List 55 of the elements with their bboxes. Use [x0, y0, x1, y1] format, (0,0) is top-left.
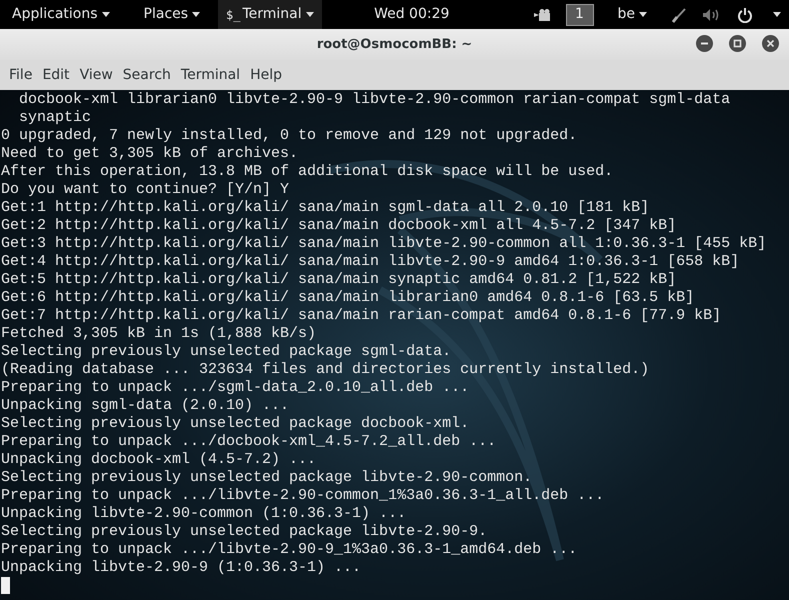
terminal-line: Unpacking libvte-2.90-common (1:0.36.3-1) ... — [1, 505, 406, 523]
terminal-line: Get:1 http://http.kali.org/kali/ sana/main sgml-data all 2.0.10 [181 kB] — [1, 199, 650, 217]
menu-item[interactable]: Search — [118, 64, 176, 86]
terminal-line: (Reading database ... 323634 files and directories currently installed.) — [1, 361, 650, 379]
menu-item[interactable]: Terminal — [176, 64, 246, 86]
terminal-line: Get:5 http://http.kali.org/kali/ sana/main synaptic amd64 0.81.2 [1,522 kB] — [1, 271, 676, 289]
terminal-line: Do you want to continue? [Y/n] Y — [1, 181, 290, 199]
app-menu[interactable]: $_Terminal — [218, 0, 322, 29]
terminal-line: Selecting previously unselected package docbook-xml. — [1, 415, 470, 433]
terminal-line: Get:2 http://http.kali.org/kali/ sana/main docbook-xml all 4.5-7.2 [347 kB] — [1, 217, 676, 235]
places-menu[interactable]: Places — [136, 4, 208, 25]
caret-icon — [639, 12, 647, 17]
terminal-line: 0 upgraded, 7 newly installed, 0 to remove and 129 not upgraded. — [1, 127, 578, 145]
network-icon[interactable] — [671, 6, 687, 22]
camera-icon[interactable] — [534, 8, 550, 20]
terminal-line: Unpacking docbook-xml (4.5-7.2) ... — [1, 451, 316, 469]
terminal-line: Selecting previously unselected package libvte-2.90-9. — [1, 523, 488, 541]
menu-item[interactable]: View — [74, 64, 118, 86]
terminal-line: Need to get 3,305 kB of archives. — [1, 145, 298, 163]
terminal-line: Get:7 http://http.kali.org/kali/ sana/main rarian-compat amd64 0.8.1-6 [77.9 kB] — [1, 307, 722, 325]
terminal-line: Selecting previously unselected package sgml-data. — [1, 343, 452, 361]
maximize-button[interactable] — [729, 35, 746, 52]
terminal-line: Unpacking libvte-2.90-9 (1:0.36.3-1) ... — [1, 559, 362, 577]
terminal-line: Fetched 3,305 kB in 1s (1,888 kB/s) — [1, 325, 316, 343]
close-button[interactable] — [762, 35, 779, 52]
menu-item[interactable]: Edit — [37, 64, 75, 86]
terminal-line: Preparing to unpack .../libvte-2.90-common_1%3a0.36.3-1_all.deb ... — [1, 487, 604, 505]
close-icon — [766, 39, 775, 48]
minimize-button[interactable] — [696, 35, 713, 52]
terminal-line: Preparing to unpack .../sgml-data_2.0.10_all.deb ... — [1, 379, 470, 397]
terminal-icon: $_ — [226, 6, 240, 24]
caret-icon — [306, 12, 314, 17]
caret-icon — [192, 12, 200, 17]
terminal-line: After this operation, 13.8 MB of additional disk space will be used. — [1, 163, 614, 181]
terminal-line: Selecting previously unselected package libvte-2.90-common. — [1, 469, 532, 487]
menu-item[interactable]: Help — [245, 64, 287, 86]
terminal-line: Preparing to unpack .../libvte-2.90-9_1%3a0.36.3-1_amd64.deb ... — [1, 541, 578, 559]
maximize-icon — [733, 39, 742, 48]
window-title: root@OsmocomBB: ~ — [316, 36, 472, 54]
terminal-line: Get:3 http://http.kali.org/kali/ sana/main libvte-2.90-common all 1:0.36.3-1 [455 kB] — [1, 235, 766, 253]
keyboard-layout-menu[interactable]: be — [610, 4, 655, 25]
terminal-line: Get:4 http://http.kali.org/kali/ sana/main libvte-2.90-9 amd64 1:0.36.3-1 [658 kB] — [1, 253, 740, 271]
terminal-line: docbook-xml librarian0 libvte-2.90-9 libvte-2.90-common rarian-compat sgml-data — [18, 91, 730, 109]
terminal-line: Unpacking sgml-data (2.0.10) ... — [1, 397, 290, 415]
caret-icon — [102, 12, 110, 17]
caret-icon — [773, 12, 781, 17]
terminal-line: synaptic — [18, 109, 92, 127]
applications-menu[interactable]: Applications — [4, 4, 118, 25]
terminal-line: Preparing to unpack .../docbook-xml_4.5-7.2_all.deb ... — [1, 433, 496, 451]
menu-item[interactable]: File — [4, 64, 38, 86]
terminal-line: Get:6 http://http.kali.org/kali/ sana/main librarian0 amd64 0.8.1-6 [63.5 kB] — [1, 289, 694, 307]
clock[interactable]: Wed 00:29 — [366, 4, 458, 25]
workspace-indicator[interactable]: 1 — [566, 4, 594, 26]
power-icon[interactable] — [737, 6, 753, 22]
volume-icon[interactable] — [703, 8, 721, 22]
